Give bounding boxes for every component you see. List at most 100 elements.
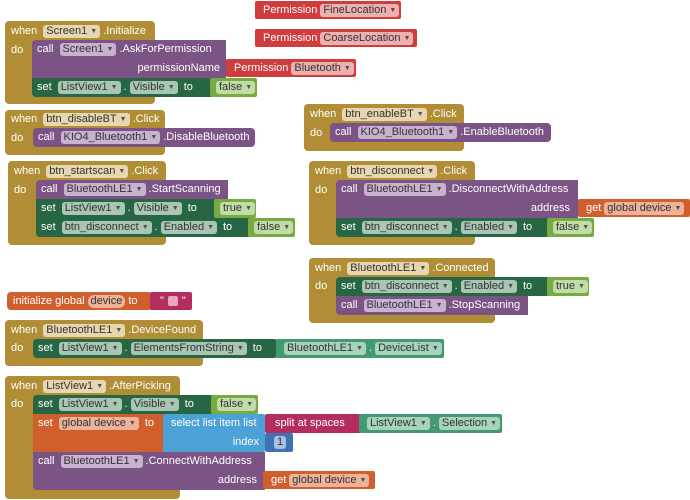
logic-false[interactable]: false ▼	[211, 395, 258, 414]
logic-false[interactable]: false ▼	[210, 78, 257, 97]
text-empty-string[interactable]: " "	[150, 292, 192, 310]
split-at-spaces[interactable]: split at spaces	[265, 414, 361, 433]
set-btn-disconnect-enabled[interactable]: set btn_disconnect ▼ . Enabled ▼ to	[36, 218, 249, 237]
permission-dropdown[interactable]: FineLocation ▼	[320, 3, 400, 17]
get-global-device[interactable]: get global device ▼	[578, 199, 690, 217]
logic-false[interactable]: false ▼	[248, 218, 295, 237]
dot: .	[124, 398, 128, 410]
logic-false[interactable]: false ▼	[547, 218, 594, 237]
component-dropdown[interactable]: btn_disconnect ▼	[61, 220, 152, 234]
set-label: set	[38, 398, 53, 410]
number-field[interactable]: 1	[274, 435, 287, 449]
property-dropdown[interactable]: DeviceList ▼	[375, 341, 442, 355]
component-dropdown[interactable]: ListView1 ▼	[61, 201, 125, 215]
component-dropdown[interactable]: KIO4_Bluetooth1 ▼	[60, 130, 161, 144]
component-dropdown[interactable]: BluetoothLE1 ▼	[43, 323, 126, 337]
component-dropdown[interactable]: BluetoothLE1 ▼	[60, 454, 143, 468]
logic-true[interactable]: true ▼	[214, 199, 256, 218]
property-dropdown[interactable]: ElementsFromString ▼	[130, 341, 247, 355]
boolean-dropdown[interactable]: false ▼	[217, 397, 257, 411]
call-stopscanning[interactable]: call BluetoothLE1 ▼ .StopScanning	[336, 296, 528, 315]
select-list-item[interactable]: select list item list index	[163, 414, 265, 452]
permission-block-finelocation[interactable]: Permission FineLocation ▼	[255, 1, 401, 19]
dot: .	[454, 280, 458, 292]
component-dropdown[interactable]: btn_disableBT ▼	[43, 112, 130, 126]
call-askforpermission[interactable]: call Screen1 ▼ .AskForPermission permissi…	[32, 40, 226, 78]
permission-dropdown[interactable]: Bluetooth ▼	[291, 61, 354, 75]
component-dropdown[interactable]: BluetoothLE1 ▼	[63, 182, 146, 196]
chevron-down-icon: ▼	[343, 64, 351, 72]
component-dropdown[interactable]: ListView1 ▼	[367, 416, 430, 430]
property-dropdown[interactable]: Selection ▼	[438, 416, 501, 430]
when-label: when	[310, 108, 337, 120]
component-dropdown[interactable]: BluetoothLE1 ▼	[284, 341, 366, 355]
chevron-down-icon: ▼	[447, 128, 455, 136]
get-bluetoothle1-devicelist[interactable]: BluetoothLE1 ▼ . DeviceList ▼	[276, 339, 444, 358]
component-dropdown[interactable]: ListView1 ▼	[57, 80, 121, 94]
component-dropdown[interactable]: ListView1 ▼	[43, 379, 107, 393]
component-dropdown[interactable]: ListView1 ▼	[58, 397, 122, 411]
do-label: do	[11, 342, 24, 354]
chevron-down-icon: ▼	[207, 223, 214, 231]
call-disconnectwithaddress[interactable]: call BluetoothLE1 ▼ .DisconnectWithAddres…	[336, 180, 578, 218]
call-startscanning[interactable]: call BluetoothLE1 ▼ .StartScanning	[36, 180, 228, 199]
boolean-dropdown[interactable]: true ▼	[553, 279, 588, 293]
property-name: Enabled	[463, 221, 505, 233]
set-global-device[interactable]: set global device ▼ to	[33, 414, 165, 452]
chevron-down-icon: ▼	[507, 282, 514, 290]
string-literal[interactable]: " "	[160, 295, 186, 307]
permission-dropdown[interactable]: CoarseLocation ▼	[320, 31, 414, 45]
when-label: when	[315, 165, 342, 177]
set-listview1-visible[interactable]: set ListView1 ▼ . Visible ▼ to	[33, 395, 213, 414]
property-dropdown[interactable]: Enabled ▼	[460, 279, 517, 293]
component-dropdown[interactable]: btn_disconnect ▼	[347, 164, 438, 178]
component-dropdown[interactable]: BluetoothLE1 ▼	[347, 261, 430, 275]
permission-block-bluetooth[interactable]: Permission Bluetooth ▼	[226, 59, 356, 77]
component-dropdown[interactable]: BluetoothLE1 ▼	[363, 298, 446, 312]
param-address-label: address	[530, 202, 570, 214]
boolean-dropdown[interactable]: false ▼	[216, 80, 256, 94]
math-number[interactable]: 1	[265, 433, 293, 452]
boolean-dropdown[interactable]: false ▼	[254, 220, 294, 234]
component-dropdown[interactable]: btn_disconnect ▼	[361, 220, 452, 234]
component-name: btn_disconnect	[364, 280, 439, 292]
set-btn-disconnect-enabled[interactable]: set btn_disconnect ▼ . Enabled ▼ to	[336, 277, 548, 296]
empty-string-field[interactable]	[167, 296, 178, 306]
event-name: .Click	[429, 108, 457, 120]
component-name: BluetoothLE1	[350, 262, 417, 274]
property-dropdown[interactable]: Visible ▼	[129, 80, 178, 94]
set-btn-disconnect-enabled[interactable]: set btn_disconnect ▼ . Enabled ▼ to	[336, 218, 548, 237]
boolean-dropdown[interactable]: false ▼	[553, 220, 593, 234]
property-dropdown[interactable]: Visible ▼	[130, 397, 179, 411]
component-dropdown[interactable]: ListView1 ▼	[58, 341, 122, 355]
component-dropdown[interactable]: btn_enableBT ▼	[342, 107, 427, 121]
variable-dropdown[interactable]: global device ▼	[58, 416, 139, 430]
variable-dropdown[interactable]: global device ▼	[289, 473, 370, 487]
call-enablebluetooth[interactable]: call KIO4_Bluetooth1 ▼ .EnableBluetooth	[330, 123, 551, 142]
permission-block-coarselocation[interactable]: Permission CoarseLocation ▼	[255, 29, 417, 47]
component-dropdown[interactable]: btn_startscan ▼	[46, 164, 129, 178]
property-name: ElementsFromString	[133, 342, 234, 354]
property-dropdown[interactable]: Visible ▼	[133, 201, 182, 215]
component-dropdown[interactable]: BluetoothLE1 ▼	[363, 182, 446, 196]
property-dropdown[interactable]: Enabled ▼	[160, 220, 217, 234]
call-disablebluetooth[interactable]: call KIO4_Bluetooth1 ▼ .DisableBluetooth	[33, 128, 255, 147]
chevron-down-icon: ▼	[283, 223, 291, 231]
property-dropdown[interactable]: Enabled ▼	[460, 220, 517, 234]
call-connectwithaddress[interactable]: call BluetoothLE1 ▼ .ConnectWithAddress a…	[33, 452, 265, 490]
variable-dropdown[interactable]: global device ▼	[604, 201, 685, 215]
get-listview1-selection[interactable]: ListView1 ▼ . Selection ▼	[359, 414, 502, 433]
component-dropdown[interactable]: KIO4_Bluetooth1 ▼	[357, 125, 458, 139]
get-global-device[interactable]: get global device ▼	[263, 471, 375, 489]
variable-name-field[interactable]: device	[87, 294, 126, 308]
component-dropdown[interactable]: Screen1 ▼	[59, 42, 117, 56]
component-dropdown[interactable]: Screen1 ▼	[43, 24, 101, 38]
logic-true[interactable]: true ▼	[547, 277, 589, 296]
boolean-dropdown[interactable]: true ▼	[220, 201, 255, 215]
set-listview1-elementsfromstring[interactable]: set ListView1 ▼ . ElementsFromString ▼ to	[33, 339, 278, 358]
set-listview1-visible[interactable]: set ListView1 ▼ . Visible ▼ to	[32, 78, 212, 97]
initialize-global-device[interactable]: initialize global device to	[7, 292, 152, 310]
chevron-down-icon: ▼	[441, 282, 449, 290]
component-dropdown[interactable]: btn_disconnect ▼	[361, 279, 452, 293]
set-listview1-visible[interactable]: set ListView1 ▼ . Visible ▼ to	[36, 199, 216, 218]
